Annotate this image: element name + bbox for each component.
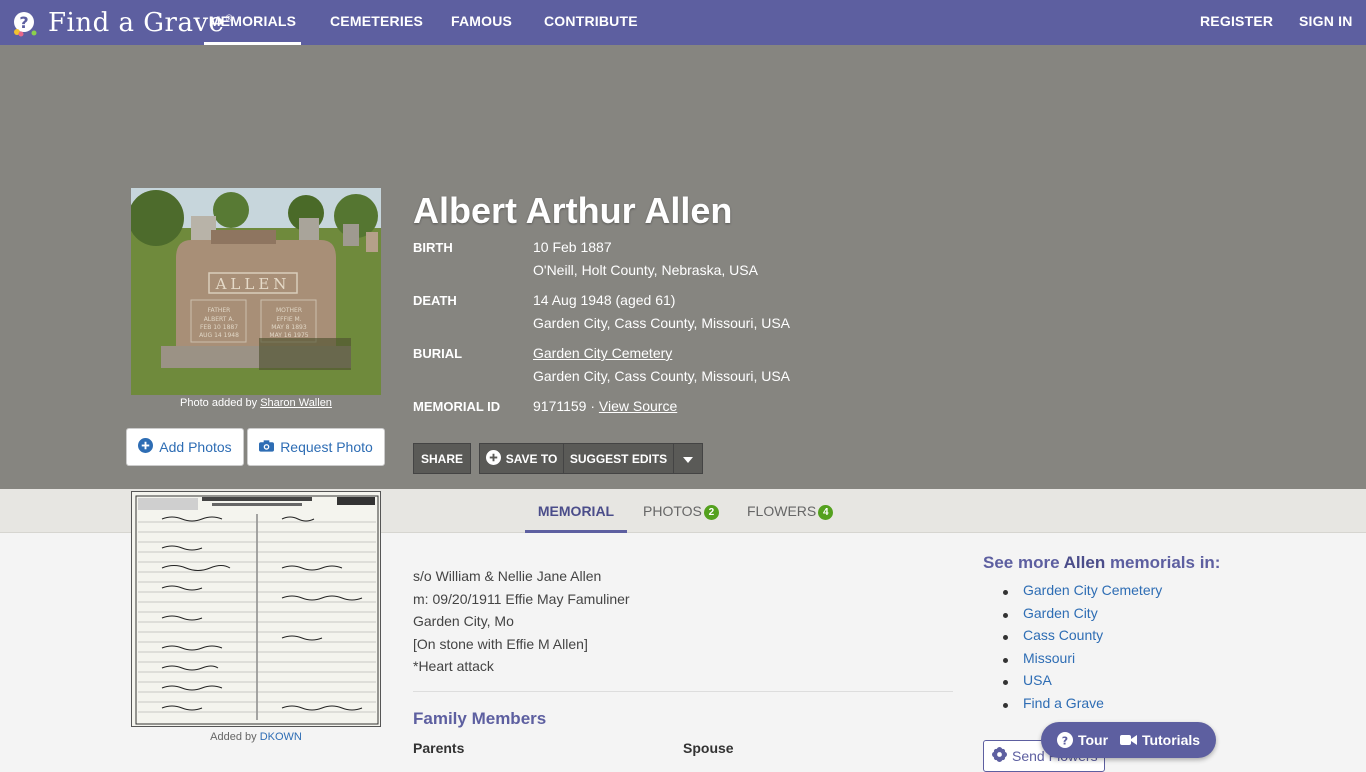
memorial-id-label: MEMORIAL ID [413, 399, 501, 414]
svg-text:AUG 14 1948: AUG 14 1948 [199, 332, 239, 339]
video-camera-icon [1119, 734, 1137, 746]
certificate-contributor-link[interactable]: DKOWN [260, 731, 302, 743]
tour-label: Tour [1077, 732, 1109, 748]
parents-heading: Parents [413, 740, 465, 756]
share-button[interactable]: SHARE [413, 443, 471, 474]
plus-circle-icon [485, 449, 501, 468]
photos-count-badge: 2 [703, 504, 719, 520]
burial-cemetery-link[interactable]: Garden City Cemetery [533, 345, 672, 361]
nav-contribute[interactable]: CONTRIBUTE [544, 0, 638, 45]
section-divider [413, 691, 953, 692]
headstone-name-text: ALLEN [215, 275, 291, 293]
tab-memorial[interactable]: MEMORIAL [525, 489, 627, 533]
more-actions-dropdown[interactable] [673, 443, 703, 474]
svg-text:?: ? [1062, 735, 1068, 748]
camera-icon [259, 439, 275, 455]
nav-famous[interactable]: FAMOUS [451, 0, 512, 45]
request-photo-button[interactable]: Request Photo [247, 428, 385, 466]
spouse-heading: Spouse [683, 740, 734, 756]
bio-line: [On stone with Effie M Allen] [413, 635, 588, 652]
request-photo-label: Request Photo [280, 439, 373, 455]
birth-date: 10 Feb 1887 [533, 239, 612, 255]
tutorials-button[interactable]: Tutorials [1119, 732, 1201, 748]
death-label: DEATH [413, 293, 457, 308]
birth-place: O'Neill, Holt County, Nebraska, USA [533, 262, 758, 278]
photo-contributor-link[interactable]: Sharon Wallen [260, 397, 332, 409]
nav-cemeteries[interactable]: CEMETERIES [330, 0, 423, 45]
family-members-heading: Family Members [413, 709, 547, 728]
memorial-bio: s/o William & Nellie Jane Allen m: 09/20… [413, 565, 630, 678]
see-more-surname: Allen [1063, 553, 1106, 572]
tab-photos[interactable]: PHOTOS 2 [643, 489, 719, 533]
certificate-caption-prefix: Added by [210, 731, 257, 743]
tab-photos-label: PHOTOS [643, 503, 702, 519]
tab-flowers-label: FLOWERS [747, 503, 817, 519]
svg-text:?: ? [19, 13, 28, 32]
logo-text: Find a Grave [48, 8, 225, 38]
nav-sign-in[interactable]: SIGN IN [1299, 0, 1353, 45]
see-more-list: Garden City Cemetery Garden City Cass Co… [1003, 582, 1162, 717]
question-circle-icon: ? [1056, 732, 1073, 748]
burial-cemetery-row: Garden City Cemetery [533, 345, 672, 361]
burial-place: Garden City, Cass County, Missouri, USA [533, 368, 791, 384]
top-navigation: ? Find a Grave® MEMORIALS CEMETERIES FAM… [0, 0, 1366, 45]
svg-text:EFFIE M.: EFFIE M. [276, 316, 301, 323]
svg-text:MOTHER: MOTHER [276, 307, 302, 314]
see-more-link-cemetery[interactable]: Garden City Cemetery [1003, 582, 1162, 605]
see-more-prefix: See more [983, 553, 1060, 572]
save-to-label: SAVE TO [505, 451, 558, 466]
photo-caption: Photo added by Sharon Wallen [131, 397, 381, 409]
tab-flowers[interactable]: FLOWERS 4 [747, 489, 834, 533]
see-more-link-find-a-grave[interactable]: Find a Grave [1003, 695, 1162, 718]
svg-text:MAY 8 1893: MAY 8 1893 [271, 324, 307, 331]
death-place: Garden City, Cass County, Missouri, USA [533, 315, 791, 331]
plus-circle-icon [138, 438, 154, 456]
tutorials-label: Tutorials [1141, 732, 1201, 748]
svg-text:ALBERT A.: ALBERT A. [204, 316, 235, 323]
see-more-link-county[interactable]: Cass County [1003, 627, 1162, 650]
see-more-link-city[interactable]: Garden City [1003, 605, 1162, 628]
svg-text:FEB 10 1887: FEB 10 1887 [200, 324, 238, 331]
see-more-heading: See more Allen memorials in: [983, 553, 1220, 573]
nav-memorials[interactable]: MEMORIALS [204, 0, 301, 45]
see-more-suffix: memorials in: [1109, 553, 1221, 572]
add-photos-label: Add Photos [159, 439, 232, 455]
save-to-button[interactable]: SAVE TO [479, 443, 564, 474]
flowers-count-badge: 4 [818, 504, 834, 520]
bio-line: s/o William & Nellie Jane Allen [413, 568, 602, 584]
memorial-id-row: 9171159 · View Source [533, 398, 677, 414]
logo-flower-icon: ? [12, 8, 42, 38]
bio-line: Garden City, Mo [413, 613, 514, 629]
memorial-id-value: 9171159 · [533, 398, 596, 414]
death-date: 14 Aug 1948 (aged 61) [533, 292, 676, 308]
bio-line: *Heart attack [413, 658, 494, 674]
view-source-link[interactable]: View Source [599, 398, 677, 414]
caret-down-icon [683, 452, 693, 466]
photo-caption-prefix: Photo added by [180, 397, 258, 409]
see-more-link-country[interactable]: USA [1003, 672, 1162, 695]
tour-button[interactable]: ? Tour [1056, 732, 1109, 748]
add-photos-button[interactable]: Add Photos [126, 428, 244, 466]
suggest-edits-button[interactable]: SUGGEST EDITS [563, 443, 674, 474]
burial-label: BURIAL [413, 346, 463, 361]
certificate-caption: Added by DKOWN [131, 731, 381, 743]
nav-register[interactable]: REGISTER [1200, 0, 1273, 45]
flower-icon [992, 747, 1007, 765]
help-pill: ? Tour Tutorials [1041, 722, 1216, 758]
svg-text:MAY 16 1975: MAY 16 1975 [269, 332, 308, 339]
death-certificate-image[interactable] [131, 491, 381, 727]
svg-text:FATHER: FATHER [208, 307, 231, 314]
bio-line: m: 09/20/1911 Effie May Famuliner [413, 590, 630, 607]
memorial-name: Albert Arthur Allen [413, 190, 733, 231]
headstone-photo[interactable]: ALLEN FATHER ALBERT A. FEB 10 1887 AUG 1… [131, 188, 381, 395]
birth-label: BIRTH [413, 240, 453, 255]
find-a-grave-logo[interactable]: ? Find a Grave® [12, 4, 234, 42]
see-more-link-state[interactable]: Missouri [1003, 650, 1162, 673]
